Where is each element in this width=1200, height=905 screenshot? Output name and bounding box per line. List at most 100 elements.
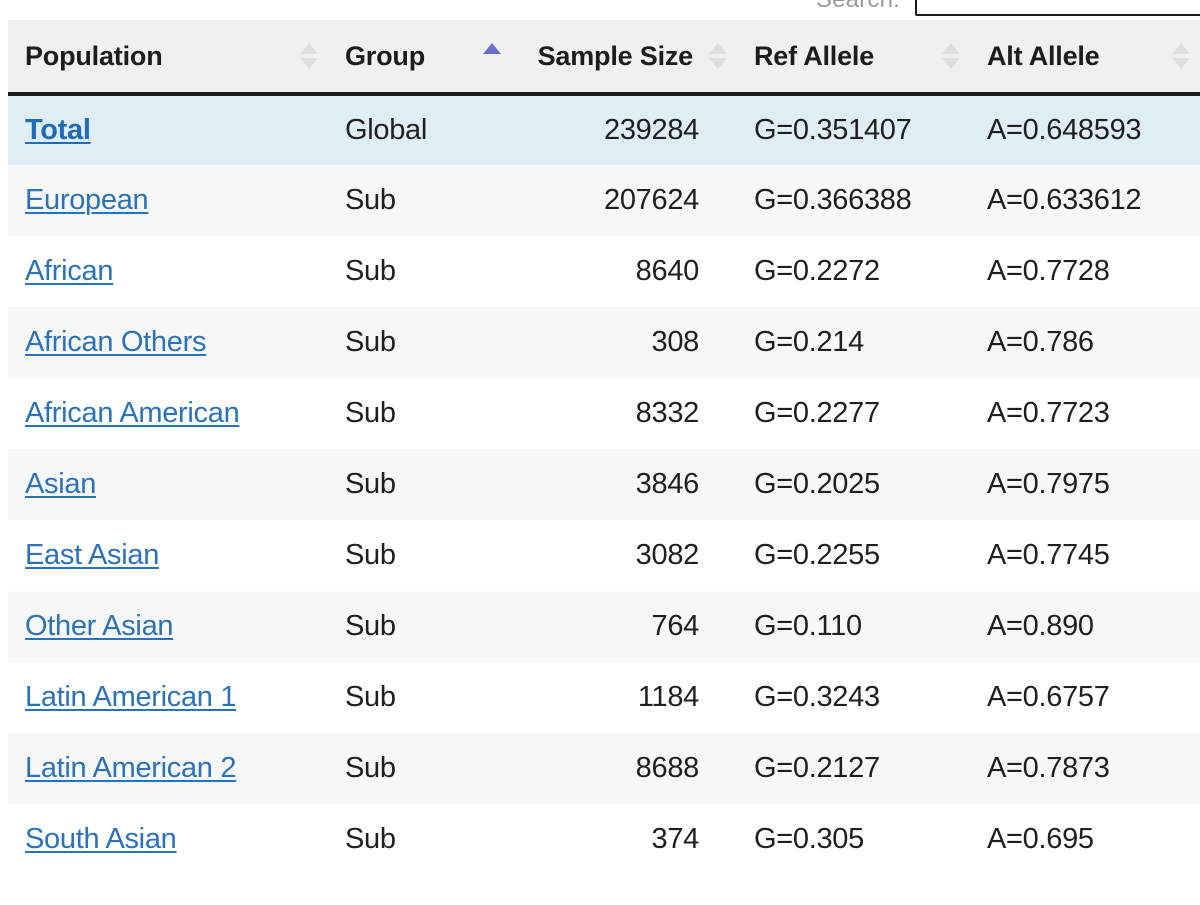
- table-row[interactable]: African Others Sub 308 G=0.214 A=0.786: [8, 307, 1200, 378]
- cell-group: Sub: [345, 397, 396, 429]
- sort-both-icon[interactable]: [707, 41, 729, 71]
- column-header-ref-allele-label: Ref Allele: [754, 40, 875, 71]
- column-header-ref-allele[interactable]: Ref Allele: [737, 20, 970, 96]
- table-row[interactable]: African Sub 8640 G=0.2272 A=0.7728: [8, 236, 1200, 307]
- cell-ref-allele: G=0.351407: [754, 114, 912, 146]
- population-link[interactable]: European: [25, 184, 149, 216]
- cell-sample-size: 207624: [604, 184, 699, 216]
- table-body: Total Global 239284 G=0.351407 A=0.648593 Eur…: [8, 94, 1200, 875]
- table-row[interactable]: Latin American 2 Sub 8688 G=0.2127 A=0.7873: [8, 733, 1200, 804]
- cell-group: Sub: [345, 823, 396, 855]
- cell-group: Sub: [345, 681, 396, 713]
- column-header-sample-size-label: Sample Size: [537, 40, 694, 71]
- population-link[interactable]: Latin American 2: [25, 752, 237, 784]
- cell-alt-allele: A=0.786: [987, 326, 1094, 358]
- cell-group: Sub: [345, 468, 396, 500]
- cell-sample-size: 374: [651, 823, 700, 855]
- population-link[interactable]: East Asian: [25, 539, 159, 571]
- table-row[interactable]: European Sub 207624 G=0.366388 A=0.633612: [8, 165, 1200, 236]
- cell-sample-size: 3846: [635, 468, 700, 500]
- population-link[interactable]: African Others: [25, 326, 206, 358]
- cell-population: Asian: [8, 449, 328, 520]
- cell-ref-allele: G=0.2272: [754, 255, 880, 287]
- column-header-alt-allele-label: Alt Allele: [987, 40, 1100, 71]
- column-header-population[interactable]: Population: [8, 20, 328, 96]
- cell-group: Global: [345, 114, 428, 146]
- cell-alt-allele: A=0.633612: [987, 184, 1142, 216]
- column-header-sample-size[interactable]: Sample Size: [511, 20, 737, 96]
- population-link[interactable]: African: [25, 255, 113, 287]
- column-header-group[interactable]: Group: [328, 20, 511, 96]
- cell-sample-size: 8688: [635, 752, 700, 784]
- sort-both-icon[interactable]: [298, 41, 320, 71]
- population-link[interactable]: Other Asian: [25, 610, 174, 642]
- cell-ref-allele: G=0.366388: [754, 184, 912, 216]
- allele-frequency-page: Search: Population Group: [0, 0, 1200, 905]
- cell-population: African American: [8, 378, 328, 449]
- cell-population: Total: [8, 94, 328, 165]
- table-search-control: Search:: [0, 0, 1200, 20]
- cell-alt-allele: A=0.7873: [987, 752, 1110, 784]
- cell-ref-allele: G=0.305: [754, 823, 864, 855]
- cell-ref-allele: G=0.2277: [754, 397, 880, 429]
- column-header-alt-allele[interactable]: Alt Allele: [970, 20, 1200, 96]
- cell-group: Sub: [345, 539, 396, 571]
- table-row[interactable]: Latin American 1 Sub 1184 G=0.3243 A=0.6757: [8, 662, 1200, 733]
- search-label: Search:: [816, 0, 900, 14]
- cell-population: European: [8, 165, 328, 236]
- table-header: Population Group Sample Size Ref Allele …: [8, 20, 1200, 96]
- population-link[interactable]: Asian: [25, 468, 96, 500]
- cell-population: South Asian: [8, 804, 328, 875]
- cell-alt-allele: A=0.695: [987, 823, 1094, 855]
- cell-sample-size: 239284: [604, 114, 699, 146]
- cell-alt-allele: A=0.7975: [987, 468, 1110, 500]
- table-row[interactable]: Other Asian Sub 764 G=0.110 A=0.890: [8, 591, 1200, 662]
- cell-ref-allele: G=0.2255: [754, 539, 880, 571]
- population-link[interactable]: African American: [25, 397, 240, 429]
- table-header-row: Population Group Sample Size Ref Allele …: [8, 20, 1200, 96]
- cell-alt-allele: A=0.7723: [987, 397, 1110, 429]
- cell-ref-allele: G=0.110: [754, 610, 862, 642]
- cell-sample-size: 8332: [635, 397, 700, 429]
- cell-population: East Asian: [8, 520, 328, 591]
- cell-ref-allele: G=0.2025: [754, 468, 880, 500]
- cell-group: Sub: [345, 255, 396, 287]
- search-input[interactable]: [915, 0, 1200, 16]
- cell-group: Sub: [345, 326, 396, 358]
- cell-ref-allele: G=0.2127: [754, 752, 880, 784]
- cell-group: Sub: [345, 752, 396, 784]
- population-link[interactable]: South Asian: [25, 823, 177, 855]
- cell-sample-size: 764: [651, 610, 700, 642]
- cell-population: African Others: [8, 307, 328, 378]
- population-allele-table: Population Group Sample Size Ref Allele …: [8, 20, 1200, 875]
- cell-population: Latin American 2: [8, 733, 328, 804]
- population-link[interactable]: Latin American 1: [25, 681, 237, 713]
- cell-ref-allele: G=0.214: [754, 326, 864, 358]
- table-row[interactable]: Asian Sub 3846 G=0.2025 A=0.7975: [8, 449, 1200, 520]
- cell-population: Latin American 1: [8, 662, 328, 733]
- cell-alt-allele: A=0.7745: [987, 539, 1110, 571]
- cell-alt-allele: A=0.6757: [987, 681, 1110, 713]
- cell-population: Other Asian: [8, 591, 328, 662]
- cell-sample-size: 1184: [637, 681, 699, 713]
- cell-sample-size: 8640: [635, 255, 700, 287]
- cell-sample-size: 3082: [635, 539, 700, 571]
- cell-alt-allele: A=0.7728: [987, 255, 1110, 287]
- sort-both-icon[interactable]: [940, 41, 962, 71]
- cell-alt-allele: A=0.648593: [987, 114, 1142, 146]
- population-link[interactable]: Total: [25, 114, 91, 146]
- cell-group: Sub: [345, 184, 396, 216]
- table-row[interactable]: East Asian Sub 3082 G=0.2255 A=0.7745: [8, 520, 1200, 591]
- cell-ref-allele: G=0.3243: [754, 681, 880, 713]
- table-row[interactable]: African American Sub 8332 G=0.2277 A=0.7723: [8, 378, 1200, 449]
- cell-sample-size: 308: [651, 326, 700, 358]
- cell-population: African: [8, 236, 328, 307]
- cell-alt-allele: A=0.890: [987, 610, 1094, 642]
- population-allele-table-wrap: Population Group Sample Size Ref Allele …: [0, 20, 1200, 875]
- sort-asc-icon[interactable]: [481, 41, 503, 71]
- cell-group: Sub: [345, 610, 396, 642]
- sort-both-icon[interactable]: [1170, 41, 1192, 71]
- column-header-population-label: Population: [25, 40, 163, 71]
- table-row[interactable]: Total Global 239284 G=0.351407 A=0.648593: [8, 94, 1200, 165]
- table-row[interactable]: South Asian Sub 374 G=0.305 A=0.695: [8, 804, 1200, 875]
